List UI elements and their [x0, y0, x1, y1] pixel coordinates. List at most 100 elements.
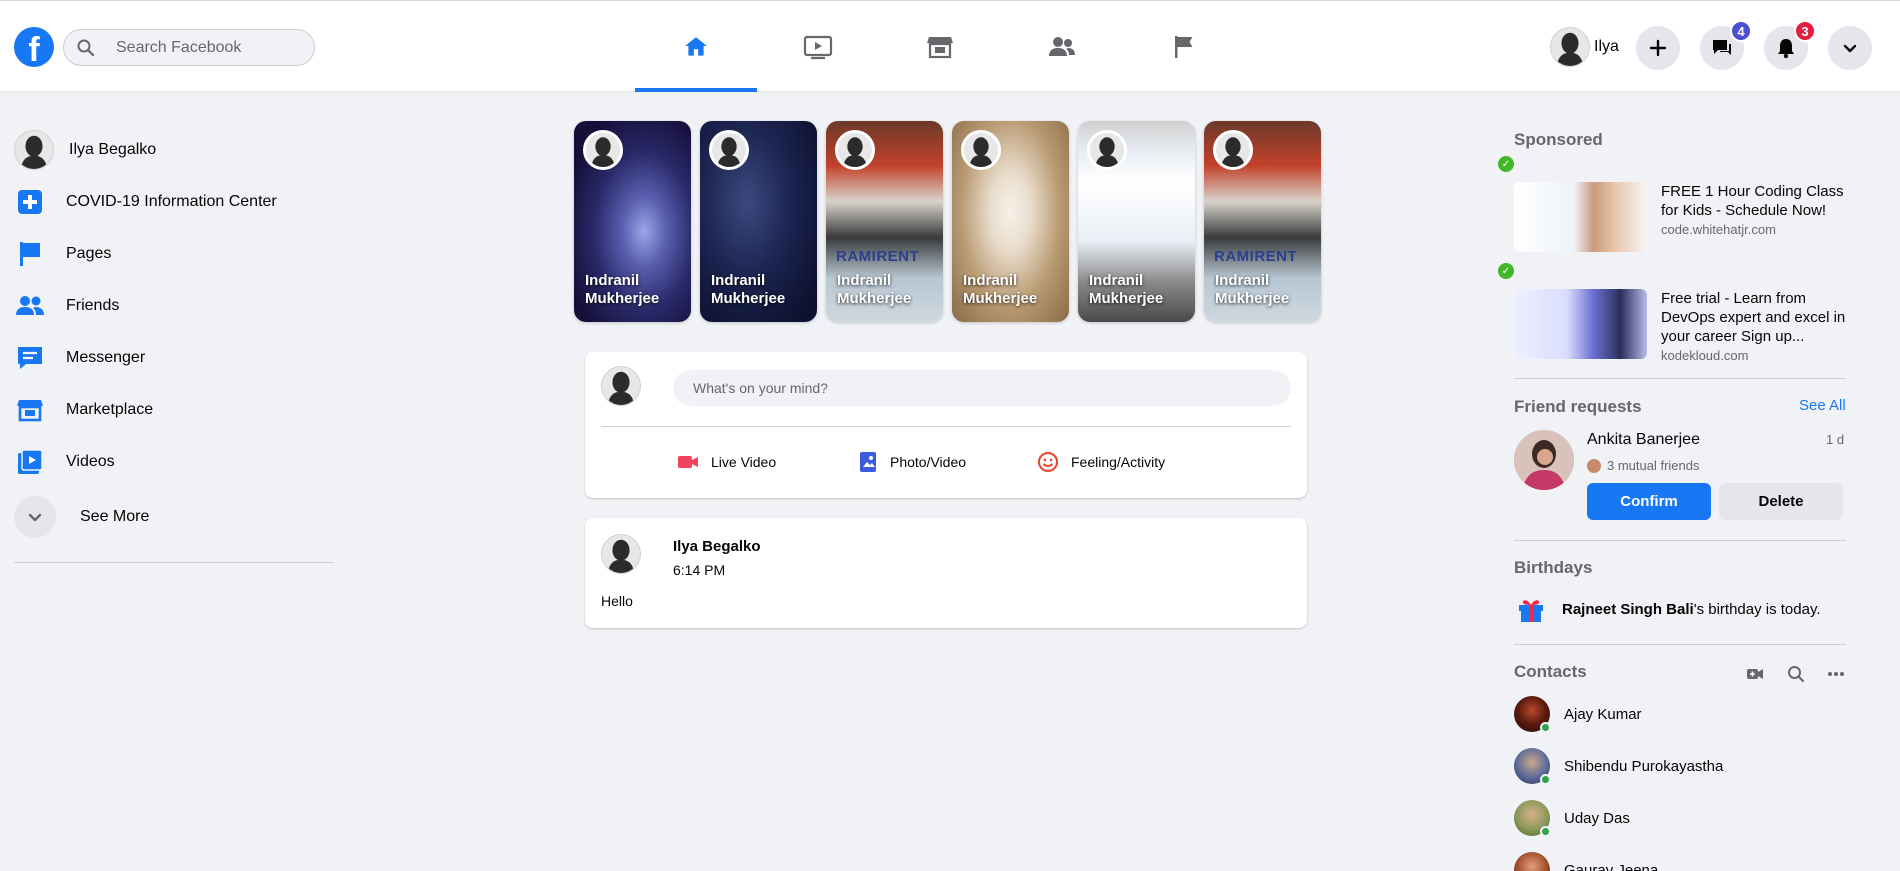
sidebar-item-friends[interactable]: Friends: [14, 280, 334, 332]
account-menu-button[interactable]: [1828, 26, 1872, 70]
contacts-title: Contacts: [1514, 662, 1587, 681]
divider: [14, 562, 334, 563]
left-sidebar: Ilya Begalko COVID-19 Information Center…: [14, 124, 334, 563]
avatar: [14, 130, 54, 170]
story-card[interactable]: Indranil Mukherjee: [574, 121, 691, 322]
sponsored-ad[interactable]: Free trial - Learn from DevOps expert an…: [1514, 289, 1846, 363]
birthday-name[interactable]: Rajneet Singh Bali: [1562, 601, 1694, 618]
search-icon: [1788, 666, 1805, 683]
post-timestamp[interactable]: 6:14 PM: [673, 562, 725, 578]
story-overlay-text: RAMIRENT: [1214, 248, 1298, 265]
sidebar-item-label: Marketplace: [66, 401, 154, 418]
story-card[interactable]: RAMIRENT Indranil Mukherjee: [826, 121, 943, 322]
notifications-badge: 3: [1794, 20, 1816, 42]
top-navbar: f Ilya 4 3: [0, 0, 1900, 92]
more-options-icon: [1828, 672, 1844, 676]
story-avatar: [1213, 130, 1253, 170]
verified-check-icon: ✓: [1498, 263, 1514, 279]
ad-domain: kodekloud.com: [1661, 348, 1749, 363]
sidebar-item-label: Friends: [66, 297, 120, 314]
story-card[interactable]: Indranil Mukherjee: [952, 121, 1069, 322]
flag-icon: [20, 242, 40, 266]
story-card[interactable]: Indranil Mukherjee: [1078, 121, 1195, 322]
birthday-notice[interactable]: Rajneet Singh Bali's birthday is today.: [1516, 594, 1821, 624]
facebook-logo[interactable]: f: [14, 27, 54, 67]
friends-icon: [16, 296, 44, 315]
search-contacts-button[interactable]: [1786, 664, 1806, 684]
contact-name: Shibendu Purokayastha: [1564, 757, 1724, 775]
live-video-icon: [678, 456, 698, 468]
photo-video-button[interactable]: Photo/Video: [858, 440, 966, 484]
divider: [1514, 540, 1846, 541]
post-author[interactable]: Ilya Begalko: [673, 538, 761, 555]
delete-button[interactable]: Delete: [1719, 483, 1843, 520]
story-author: Indranil Mukherjee: [837, 272, 912, 307]
post-text: Hello: [601, 593, 633, 609]
divider: [601, 426, 1291, 427]
mutual-friend-avatar: [1587, 458, 1601, 473]
watch-icon: [803, 35, 833, 60]
tab-pages[interactable]: [1123, 23, 1245, 71]
story-avatar: [583, 130, 623, 170]
action-label: Photo/Video: [890, 454, 967, 470]
story-overlay-text: RAMIRENT: [836, 248, 920, 265]
contacts-options-button[interactable]: [1826, 664, 1846, 684]
story-author: Indranil Mukherjee: [963, 272, 1038, 307]
friend-request-avatar[interactable]: [1514, 430, 1574, 490]
avatar: [1550, 27, 1590, 67]
sidebar-item-covid[interactable]: COVID-19 Information Center: [14, 176, 334, 228]
story-card[interactable]: Indranil Mukherjee: [700, 121, 817, 322]
sidebar-item-pages[interactable]: Pages: [14, 228, 334, 280]
profile-name: Ilya: [1594, 38, 1619, 55]
ad-image: [1514, 182, 1647, 252]
create-button[interactable]: [1636, 26, 1680, 70]
notifications-button[interactable]: 3: [1764, 20, 1816, 70]
friend-request-name[interactable]: Ankita Banerjee: [1587, 431, 1700, 449]
video-plus-icon: [1747, 669, 1763, 679]
divider: [1514, 378, 1846, 379]
search-input[interactable]: [116, 38, 296, 57]
flag-icon: [1175, 36, 1193, 58]
tab-watch[interactable]: [757, 23, 879, 71]
divider: [1514, 644, 1846, 645]
online-indicator: [1540, 722, 1551, 733]
live-video-button[interactable]: Live Video: [677, 440, 776, 484]
ad-domain: code.whitehatjr.com: [1661, 222, 1776, 237]
story-avatar: [1087, 130, 1127, 170]
mutual-friends[interactable]: 3 mutual friends: [1587, 458, 1700, 473]
avatar[interactable]: [601, 534, 641, 574]
tab-groups[interactable]: [1001, 23, 1123, 71]
tab-marketplace[interactable]: [879, 23, 1001, 71]
messenger-icon: [1713, 40, 1731, 55]
story-author: Indranil Mukherjee: [711, 272, 786, 307]
sidebar-item-messenger[interactable]: Messenger: [14, 332, 334, 384]
contact-item[interactable]: Ajay Kumar: [1514, 696, 1642, 733]
new-room-button[interactable]: [1745, 664, 1765, 684]
verified-check-icon: ✓: [1498, 156, 1514, 172]
contact-item[interactable]: Shibendu Purokayastha: [1514, 748, 1724, 785]
tab-home[interactable]: [635, 23, 757, 71]
contact-item[interactable]: Uday Das: [1514, 800, 1630, 837]
see-more-button[interactable]: See More: [14, 488, 334, 546]
covid-plus-icon: [18, 190, 42, 214]
sidebar-item-label: Pages: [66, 245, 112, 262]
plus-icon: [1649, 39, 1667, 57]
profile-shortcut[interactable]: Ilya: [1546, 26, 1619, 68]
confirm-button[interactable]: Confirm: [1587, 483, 1711, 520]
sidebar-item-videos[interactable]: Videos: [14, 436, 334, 488]
avatar: [601, 366, 641, 406]
whats-on-your-mind-input[interactable]: [673, 370, 1291, 406]
ad-title: Free trial - Learn from DevOps expert an…: [1661, 290, 1846, 345]
bell-icon: [1778, 39, 1794, 59]
sidebar-item-label: COVID-19 Information Center: [66, 193, 277, 210]
contact-item[interactable]: Gaurav Jeena: [1514, 852, 1658, 871]
sidebar-item-marketplace[interactable]: Marketplace: [14, 384, 334, 436]
sponsored-ad[interactable]: FREE 1 Hour Coding Class for Kids - Sche…: [1514, 182, 1846, 252]
feeling-activity-button[interactable]: Feeling/Activity: [1037, 440, 1165, 484]
messenger-button[interactable]: 4: [1700, 20, 1752, 70]
sidebar-item-label: Messenger: [66, 349, 146, 366]
sidebar-item-profile[interactable]: Ilya Begalko: [14, 124, 334, 176]
story-card[interactable]: RAMIRENT Indranil Mukherjee: [1204, 121, 1321, 322]
search-box[interactable]: [63, 29, 315, 66]
see-all-link[interactable]: See All: [1799, 397, 1846, 414]
